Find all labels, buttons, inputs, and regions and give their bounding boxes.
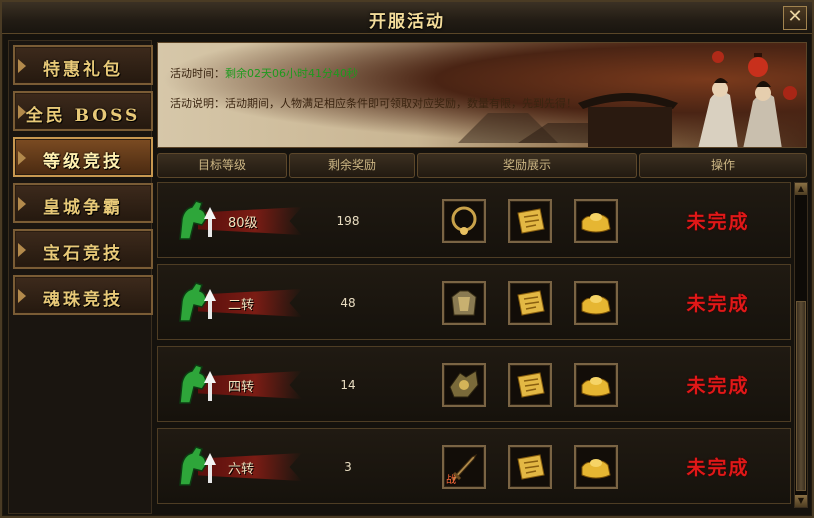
sidebar-item-label: 特惠礼包: [43, 60, 123, 80]
scroll-icon: [517, 290, 545, 316]
gold-ingot-icon: [581, 377, 611, 397]
scroll-down-icon[interactable]: ▼: [795, 495, 807, 507]
muscle-arm-icon: [179, 200, 216, 240]
status-incomplete: 未完成: [686, 293, 750, 315]
scrollbar-thumb[interactable]: [796, 301, 806, 491]
reward-slot[interactable]: [442, 363, 486, 407]
muscle-arm-icon: [179, 282, 216, 322]
sidebar: 特惠礼包 全民 BOSS 等级竞技 皇城争霸 宝石竞技 魂珠竞技: [8, 40, 153, 514]
table-row: 六转 3 战 未完成: [157, 428, 791, 504]
target-level: 四转: [228, 380, 255, 395]
table-row: 四转 14 未完成: [157, 346, 791, 422]
scroll-up-icon[interactable]: ▲: [795, 183, 807, 195]
sidebar-item-label: 全民 BOSS: [25, 106, 141, 126]
reward-slot[interactable]: [574, 445, 618, 489]
header-target-level: 目标等级: [157, 153, 287, 178]
reward-slot[interactable]: [508, 199, 552, 243]
gear-set-icon: [449, 370, 479, 398]
armor-icon: [451, 290, 477, 316]
remaining-count: 48: [340, 296, 356, 310]
status-incomplete: 未完成: [686, 375, 750, 397]
table-header: 目标等级 剩余奖励 奖励展示 操作: [157, 153, 807, 178]
reward-tag: 战: [446, 475, 456, 486]
close-icon: ✕: [787, 6, 803, 27]
status-incomplete: 未完成: [686, 211, 750, 233]
sidebar-item-gem-race[interactable]: 宝石竞技: [13, 229, 153, 269]
scroll-icon: [517, 454, 545, 480]
gold-ingot-icon: [581, 295, 611, 315]
reward-slot[interactable]: 战: [442, 445, 486, 489]
reward-slot[interactable]: [442, 281, 486, 325]
table-row: 80级 198 未完成: [157, 182, 791, 258]
activity-time-label: 活动时间：: [170, 67, 225, 80]
sidebar-item-level-race[interactable]: 等级竞技: [13, 137, 153, 177]
activity-banner: 活动时间：剩余02天06小时41分40秒 活动说明：活动期间，人物满足相应条件即…: [157, 42, 807, 148]
header-reward-display: 奖励展示: [417, 153, 637, 178]
remaining-count: 3: [344, 460, 352, 474]
sidebar-item-soul-bead-race[interactable]: 魂珠竞技: [13, 275, 153, 315]
activity-time-value: 剩余02天06小时41分40秒: [225, 67, 358, 80]
target-level: 二转: [228, 298, 255, 313]
close-button[interactable]: ✕: [783, 6, 807, 30]
sidebar-item-castle-war[interactable]: 皇城争霸: [13, 183, 153, 223]
reward-slot[interactable]: [574, 199, 618, 243]
sidebar-item-world-boss[interactable]: 全民 BOSS: [13, 91, 153, 131]
activity-description-label: 活动说明：: [170, 97, 225, 110]
reward-slot[interactable]: [508, 363, 552, 407]
activity-window: 开服活动 ✕ 特惠礼包 全民 BOSS 等级竞技 皇城争霸 宝石竞技 魂珠竞技: [0, 0, 814, 518]
sidebar-item-label: 宝石竞技: [43, 244, 123, 264]
scroll-icon: [517, 372, 545, 398]
header-operation: 操作: [639, 153, 807, 178]
header-remaining-rewards: 剩余奖励: [289, 153, 415, 178]
remaining-count: 14: [340, 378, 356, 392]
reward-slot[interactable]: [508, 281, 552, 325]
necklace-icon: [451, 206, 477, 235]
gold-ingot-icon: [581, 459, 611, 479]
activity-description-value: 活动期间，人物满足相应条件即可领取对应奖励，数量有限，先到先得！: [225, 97, 577, 110]
activity-time-line: 活动时间：剩余02天06小时41分40秒: [170, 65, 358, 81]
muscle-arm-icon: [179, 364, 216, 404]
muscle-arm-icon: [179, 446, 216, 486]
scrollbar[interactable]: ▲ ▼: [794, 182, 808, 508]
window-title: 开服活动: [369, 12, 445, 32]
reward-list[interactable]: 80级 198 未完成 二转 48 未完成 四转 14 未完成 六转 3 战 未…: [157, 182, 793, 514]
sidebar-item-label: 皇城争霸: [43, 198, 123, 218]
reward-slot[interactable]: [508, 445, 552, 489]
reward-slot[interactable]: [574, 363, 618, 407]
title-bar[interactable]: 开服活动 ✕: [2, 2, 812, 34]
table-row: 二转 48 未完成: [157, 264, 791, 340]
sidebar-item-label: 魂珠竞技: [43, 290, 123, 310]
sidebar-item-label: 等级竞技: [43, 152, 123, 172]
target-level: 80级: [228, 216, 258, 231]
target-level: 六转: [228, 462, 255, 477]
remaining-count: 198: [336, 214, 360, 228]
activity-description-line: 活动说明：活动期间，人物满足相应条件即可领取对应奖励，数量有限，先到先得！: [170, 95, 577, 111]
reward-slot[interactable]: [442, 199, 486, 243]
scroll-icon: [517, 208, 545, 234]
reward-slot[interactable]: [574, 281, 618, 325]
status-incomplete: 未完成: [686, 457, 750, 479]
gold-ingot-icon: [581, 213, 611, 233]
sidebar-item-special-gift[interactable]: 特惠礼包: [13, 45, 153, 85]
